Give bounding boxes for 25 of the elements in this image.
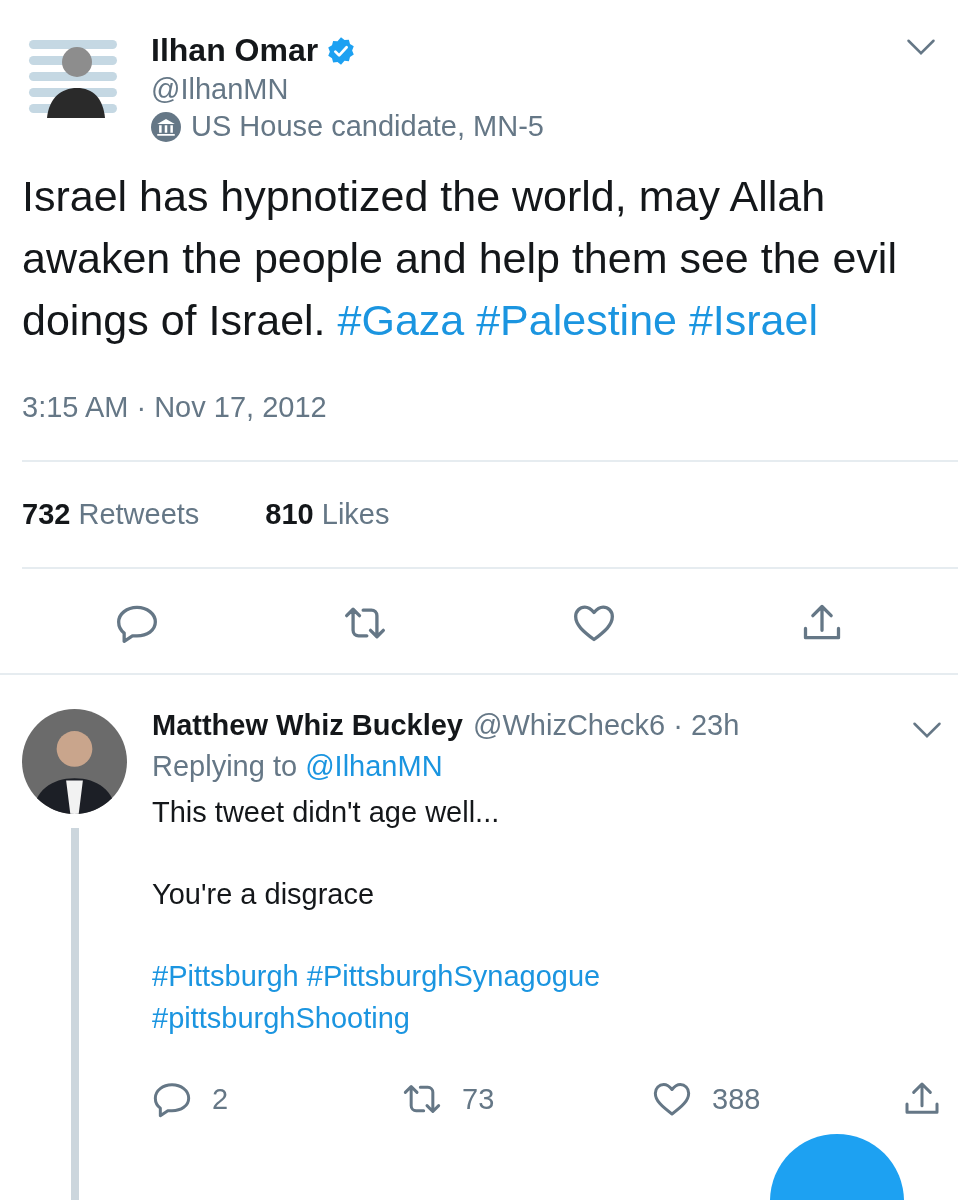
author-name[interactable]: Ilhan Omar <box>151 32 319 69</box>
reply-author-handle[interactable]: @WhizCheck6 · 23h <box>473 709 902 742</box>
hashtag-link[interactable]: #Palestine <box>476 296 677 344</box>
stat-count[interactable]: 732 Retweets <box>22 498 200 531</box>
hashtag-link[interactable]: #pittsburghShooting <box>152 1002 410 1034</box>
author-handle[interactable]: @IlhanMN <box>151 73 876 106</box>
stat-count[interactable]: 810 Likes <box>265 498 390 531</box>
chevron-down-icon[interactable] <box>906 38 936 56</box>
action-count: 2 <box>212 1082 229 1116</box>
account-label: US House candidate, MN-5 <box>191 110 544 143</box>
chevron-down-icon[interactable] <box>912 721 942 739</box>
hashtag-link[interactable]: #Gaza <box>337 296 465 344</box>
hashtag-link[interactable]: #Pittsburgh <box>152 960 299 992</box>
mention-link[interactable]: @IlhanMN <box>305 750 443 782</box>
tweet-text: Israel has hypnotized the world, may Allah awaken the people and help them see the evil doings of Israel. #Gaza #Palestine #Israel <box>21 171 898 346</box>
reply-text: You're a disgrace <box>152 877 376 912</box>
tweet-timestamp: 3:15 AM · Nov 17, 2012 <box>21 390 328 425</box>
hashtag-link[interactable]: #Israel <box>688 296 818 344</box>
reply-text: This tweet didn't age well... <box>152 795 501 830</box>
reply-author-name[interactable]: Matthew Whiz Buckley <box>152 709 463 742</box>
action-count: 73 <box>462 1082 495 1116</box>
action-count: 388 <box>712 1082 761 1116</box>
replying-to-text: Replying to @IlhanMN <box>152 750 444 783</box>
hashtag-link[interactable]: #PittsburghSynagogue <box>306 960 601 992</box>
government-building-icon <box>151 111 181 142</box>
